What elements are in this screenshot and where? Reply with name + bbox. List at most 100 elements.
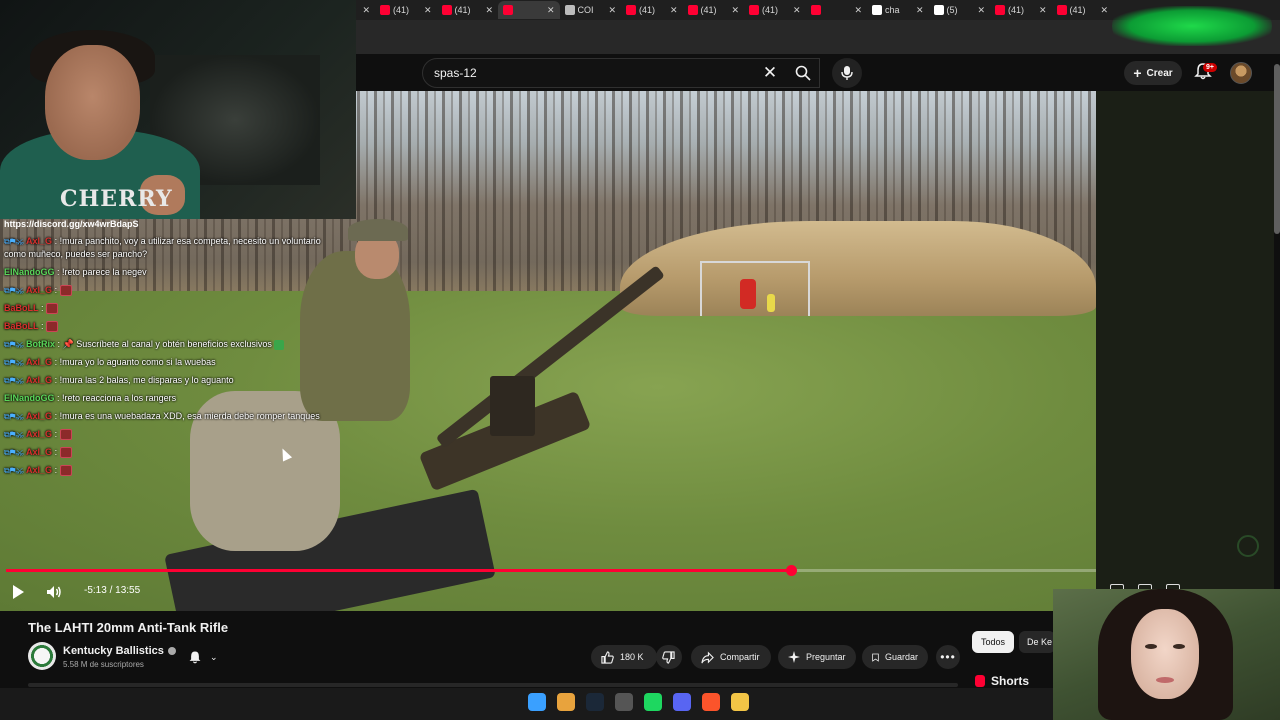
chat-badges-icon: ⧉⚑⚔ <box>4 340 27 349</box>
chat-badges-icon: ⧉⚑⚔ <box>4 466 27 475</box>
stream-chat-overlay: https://discord.gg/xw4wrBdapS ⧉⚑⚔ Axl_G … <box>0 218 330 482</box>
browser-tab-label: COI <box>577 5 594 15</box>
chat-emote-icon <box>46 303 59 315</box>
browser-tab[interactable]: ✕ <box>498 1 560 19</box>
more-actions-button[interactable]: ••• <box>936 645 960 669</box>
close-tab-icon[interactable]: ✕ <box>916 5 924 16</box>
channel-name-text: Kentucky Ballistics <box>63 645 164 657</box>
chat-separator: : <box>52 447 60 457</box>
close-tab-icon[interactable]: ✕ <box>977 5 985 16</box>
browser-tab[interactable]: ✕ <box>806 1 868 19</box>
chat-badges-icon: ⧉⚑⚔ <box>4 286 27 295</box>
chat-emote-icon <box>46 321 59 333</box>
close-tab-icon[interactable]: ✕ <box>424 5 432 16</box>
dislike-button[interactable] <box>656 645 682 669</box>
progress-scrubber[interactable] <box>785 565 797 576</box>
description-box-edge[interactable] <box>28 683 958 687</box>
close-tab-icon[interactable]: ✕ <box>854 5 862 16</box>
close-tab-icon[interactable]: ✕ <box>362 5 370 16</box>
spotify-icon[interactable] <box>644 693 662 711</box>
browser-tab-label: (41) <box>1008 5 1025 15</box>
chat-username: ElNandoGG <box>4 393 55 403</box>
close-tab-icon[interactable]: ✕ <box>485 5 493 16</box>
channel-watermark-icon[interactable] <box>1237 535 1259 557</box>
taskbar-apps <box>528 693 749 711</box>
browser-tab[interactable]: COI ✕ <box>560 1 622 19</box>
video-rifle-body <box>490 376 535 436</box>
chrome-icon[interactable] <box>557 693 575 711</box>
chat-username: Axl_G <box>26 285 53 295</box>
share-button[interactable]: Compartir <box>691 645 771 669</box>
close-tab-icon[interactable]: ✕ <box>731 5 739 16</box>
chat-messages: ⧉⚑⚔ Axl_G : !mura panchito, voy a utiliz… <box>0 235 330 477</box>
chat-username: Axl_G <box>26 375 53 385</box>
volume-button[interactable] <box>45 583 63 601</box>
close-tab-icon[interactable]: ✕ <box>608 5 616 16</box>
file-explorer-icon[interactable] <box>731 693 749 711</box>
play-button[interactable] <box>10 583 28 601</box>
channel-name[interactable]: Kentucky Ballistics <box>63 645 176 657</box>
ask-button[interactable]: Preguntar <box>778 645 856 669</box>
create-button[interactable]: + Crear <box>1124 61 1182 85</box>
channel-avatar[interactable] <box>28 642 56 670</box>
brave-icon[interactable] <box>702 693 720 711</box>
close-tab-icon[interactable]: ✕ <box>670 5 678 16</box>
chat-username: BotRix <box>26 339 56 349</box>
streamer-webcam: CHERRY <box>0 0 356 219</box>
chat-message: ElNandoGG : !reto reacciona a los ranger… <box>0 392 330 405</box>
search-button[interactable] <box>786 58 820 88</box>
chat-separator: : <box>52 465 60 475</box>
youtube-icon <box>380 5 390 15</box>
search-input-value: spas-12 <box>434 66 477 80</box>
chat-emote-icon <box>59 285 72 297</box>
subscription-bell-button[interactable]: ⌄ <box>184 645 226 669</box>
browser-tab[interactable]: (41) ✕ <box>375 1 437 19</box>
browser-tab[interactable]: cha ✕ <box>867 1 929 19</box>
chat-emote-icon <box>59 447 72 459</box>
browser-tab-label: cha <box>885 5 900 15</box>
discord-icon[interactable] <box>673 693 691 711</box>
browser-tab[interactable]: (41) ✕ <box>1052 1 1114 19</box>
verified-icon <box>167 647 176 656</box>
page-scrollbar[interactable] <box>1274 54 1280 674</box>
like-button[interactable]: 180 K <box>591 645 657 669</box>
browser-tab[interactable]: (41) ✕ <box>621 1 683 19</box>
plus-icon: + <box>1133 65 1142 81</box>
checkmark-icon <box>274 339 285 350</box>
chat-message: BaBoLL : <box>0 302 330 315</box>
chat-separator: : <box>52 429 60 439</box>
webcam-face <box>45 45 140 160</box>
close-tab-icon[interactable]: ✕ <box>793 5 801 16</box>
youtube-icon <box>503 5 513 15</box>
voice-search-button[interactable] <box>832 58 862 88</box>
time-display: -5:13 / 13:55 <box>84 585 141 596</box>
browser-tab[interactable]: (41) ✕ <box>744 1 806 19</box>
scrollbar-thumb[interactable] <box>1274 64 1280 234</box>
browser-tab-label: (41) <box>454 5 471 15</box>
shorts-logo-icon <box>975 675 985 687</box>
volume-icon <box>47 586 61 598</box>
account-avatar[interactable] <box>1230 62 1252 84</box>
play-icon <box>13 585 24 599</box>
windows-start-icon[interactable] <box>528 693 546 711</box>
browser-tab[interactable]: (41) ✕ <box>437 1 499 19</box>
browser-tab[interactable]: (41) ✕ <box>990 1 1052 19</box>
youtube-icon <box>687 5 698 15</box>
browser-tab[interactable]: (5) ✕ <box>929 1 991 19</box>
close-tab-icon[interactable]: ✕ <box>1100 5 1108 16</box>
clear-search-icon[interactable]: ✕ <box>760 63 780 83</box>
chat-badges-icon: ⧉⚑⚔ <box>4 448 27 457</box>
chat-text: 📌 Suscríbete al canal y obtén beneficios… <box>62 339 272 349</box>
chat-message: ⧉⚑⚔ Axl_G : !mura panchito, voy a utiliz… <box>0 235 330 261</box>
chip-channel[interactable]: De Ke <box>1019 631 1055 653</box>
webcam-shirt-text: CHERRY <box>60 186 173 212</box>
shorts-label: Shorts <box>991 674 1030 688</box>
steam-icon[interactable] <box>586 693 604 711</box>
obs-icon[interactable] <box>615 693 633 711</box>
browser-tab[interactable]: (41) ✕ <box>683 1 745 19</box>
save-button[interactable]: Guardar <box>862 645 928 669</box>
close-tab-icon[interactable]: ✕ <box>1039 5 1047 16</box>
save-label: Guardar <box>884 652 918 662</box>
close-tab-icon[interactable]: ✕ <box>547 5 555 16</box>
chip-all[interactable]: Todos <box>972 631 1014 653</box>
